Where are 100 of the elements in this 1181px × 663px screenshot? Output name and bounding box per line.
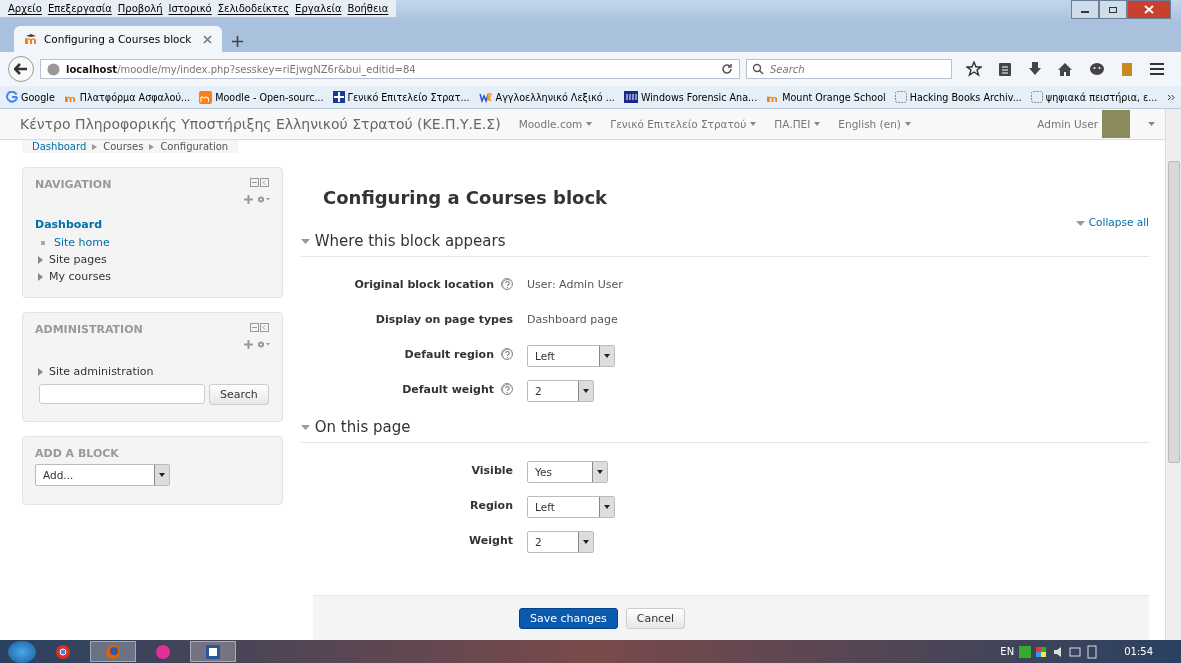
maximize-button[interactable] (1099, 0, 1127, 19)
bookmark-item[interactable]: Windows Forensic Ana... (623, 91, 758, 103)
menu-item[interactable]: Βοήθεια (347, 3, 389, 14)
book-icon[interactable] (1121, 61, 1134, 77)
caret-icon[interactable] (814, 122, 821, 126)
move-and-settings-icon[interactable] (244, 340, 270, 349)
nav-link[interactable]: Dashboard (35, 218, 270, 231)
save-button[interactable]: Save changes (519, 607, 618, 629)
field-value: User: Admin User (527, 277, 623, 291)
site-title[interactable]: Κέντρο Πληροφορικής Υποστήριξης Ελληνικού Στρατού (ΚΕ.Π.Υ.Ε.Σ) (20, 116, 501, 132)
reload-icon[interactable] (721, 63, 733, 75)
field-label: Weight (469, 533, 513, 547)
chevron-icon[interactable] (1167, 93, 1175, 101)
block-dock-icon[interactable] (250, 323, 270, 332)
search-input[interactable] (39, 384, 205, 404)
bookmark-item[interactable]: Google (6, 91, 55, 103)
menu-item[interactable]: Ιστορικό (168, 3, 212, 14)
help-icon[interactable] (501, 383, 513, 395)
select-dropdown[interactable]: 2 (527, 531, 594, 553)
expand-arrow-icon[interactable] (38, 367, 43, 376)
start-button[interactable] (8, 640, 36, 663)
nav-item[interactable]: Site administration (49, 365, 154, 378)
breadcrumb-link[interactable]: Courses (103, 140, 144, 153)
language-indicator[interactable]: EN (1000, 646, 1015, 657)
menu-item[interactable]: Προβολή (117, 3, 163, 14)
field-label: Region (470, 498, 513, 512)
address-field[interactable]: localhost/moodle/my/index.php?sesskey=riEjwgNZ6r&bui_editid=84 (40, 59, 740, 79)
bookmark-item[interactable]: Γενικό Επιτελείο Στρατ... (332, 91, 470, 103)
minimize-button[interactable] (1071, 0, 1099, 19)
add-block-dropdown[interactable]: Add... (35, 464, 170, 486)
search-field[interactable]: Search (746, 59, 952, 79)
sans-logo-icon (623, 91, 638, 103)
bookmark-item[interactable]: Hacking Books Archiv... (894, 91, 1022, 103)
select-dropdown[interactable]: Left (527, 496, 615, 518)
search-icon (752, 63, 764, 75)
block-title: NAVIGATION (35, 178, 112, 191)
moodle-icon (199, 90, 213, 104)
field-label: Default weight (402, 382, 494, 396)
cancel-button[interactable]: Cancel (625, 607, 685, 629)
back-arrow-icon (14, 63, 28, 75)
close-icon[interactable] (203, 34, 213, 44)
nav-link[interactable]: Site home (54, 236, 110, 249)
scrollbar[interactable] (1165, 109, 1181, 640)
search-button[interactable]: Search (209, 384, 269, 405)
select-dropdown[interactable]: Left (527, 345, 615, 367)
clock[interactable]: 01:54 (1124, 646, 1153, 657)
caret-icon[interactable] (750, 122, 757, 126)
maximize-icon[interactable] (1108, 5, 1118, 14)
word-icon[interactable] (190, 641, 236, 662)
collapse-all-link[interactable]: Collapse all (1076, 216, 1149, 228)
select-dropdown[interactable]: 2 (527, 380, 594, 402)
google-g-icon (6, 91, 18, 103)
field-value: Dashboard page (527, 312, 618, 326)
bookmark-item[interactable]: ψηφιακά πειστήρια, ε... (1030, 91, 1158, 103)
separator-icon (92, 143, 98, 150)
bookmark-item[interactable]: Moodle - Open-sourc... (199, 90, 324, 104)
help-icon[interactable] (501, 348, 513, 360)
section-header[interactable]: Where this block appears (301, 228, 1149, 257)
breadcrumb-link[interactable]: Dashboard (32, 140, 87, 153)
wr-logo-icon (478, 91, 493, 103)
chat-icon[interactable] (1089, 61, 1106, 77)
help-icon[interactable] (501, 278, 513, 290)
menu-item[interactable]: Σελιδοδείκτες (217, 3, 290, 14)
bookmark-item[interactable]: Πλατφόρμα Ασφαλού... (63, 91, 191, 103)
header-menu[interactable]: Γενικό Επιτελείο Στρατού (610, 118, 757, 130)
close-button[interactable] (1127, 0, 1171, 19)
section-header[interactable]: On this page (301, 414, 1149, 443)
caret-icon[interactable] (301, 237, 310, 246)
bookmark-item[interactable]: Αγγλοελληνικό Λεξικό ... (478, 91, 615, 103)
nav-item[interactable]: My courses (49, 270, 111, 283)
menu-item[interactable]: Αρχείο (8, 3, 42, 14)
blank-page-icon (894, 91, 907, 103)
browser-tab[interactable]: Configuring a Courses block (14, 26, 223, 52)
block-title: ADD A BLOCK (35, 447, 120, 460)
menu-item[interactable]: Επεξεργασία (47, 3, 112, 14)
move-and-settings-icon[interactable] (244, 195, 270, 204)
download-icon[interactable] (1027, 61, 1042, 77)
caret-icon[interactable] (904, 122, 911, 126)
menu-icon[interactable] (1149, 62, 1165, 76)
back-button[interactable] (8, 56, 34, 82)
user-name[interactable]: Admin User (1037, 118, 1098, 130)
clipboard-icon[interactable] (997, 61, 1012, 77)
select-dropdown[interactable]: Yes (527, 461, 608, 483)
breadcrumb-link[interactable]: Configuration (160, 140, 229, 153)
star-icon[interactable] (965, 61, 982, 77)
caret-icon[interactable] (301, 423, 310, 432)
home-icon[interactable] (1057, 61, 1074, 77)
bookmark-item[interactable]: Mount Orange School (766, 91, 886, 103)
header-menu[interactable]: English (en) (838, 118, 911, 130)
caret-icon[interactable] (1076, 221, 1086, 226)
header-menu[interactable]: ΠΑ.ΠΕΙ (774, 118, 821, 130)
header-menu[interactable]: Moodle.com (518, 118, 593, 130)
menu-item[interactable]: Εργαλεία (295, 3, 342, 14)
block-dock-icon[interactable] (250, 178, 270, 187)
firefox-icon[interactable] (90, 641, 136, 662)
blank-page-icon (1030, 91, 1043, 103)
field-label: Original block location (354, 277, 494, 291)
nav-item[interactable]: Site pages (49, 253, 107, 266)
caret-icon[interactable] (1148, 122, 1155, 126)
caret-icon[interactable] (586, 122, 593, 126)
